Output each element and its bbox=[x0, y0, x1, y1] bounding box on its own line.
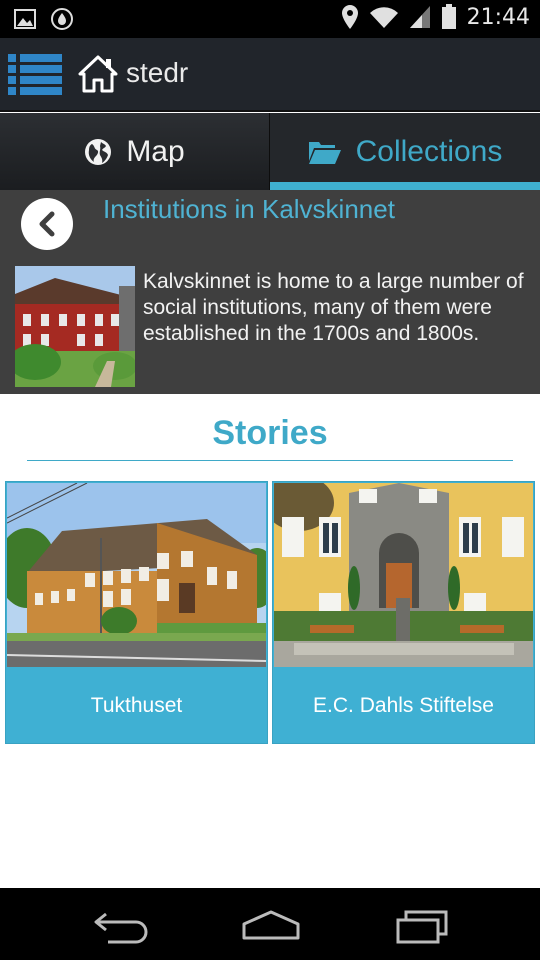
home-icon[interactable] bbox=[236, 906, 306, 946]
menu-list-icon[interactable] bbox=[8, 52, 62, 98]
action-bar: stedr bbox=[0, 38, 540, 112]
story-title: Tukthuset bbox=[90, 694, 183, 717]
globe-icon bbox=[85, 138, 112, 165]
story-title: E.C. Dahls Stiftelse bbox=[313, 694, 494, 717]
tab-collections-label: Collections bbox=[355, 134, 503, 168]
status-bar: 21:44 bbox=[0, 0, 540, 38]
system-nav-bar bbox=[0, 888, 540, 960]
battery-icon bbox=[441, 4, 456, 29]
image-icon bbox=[14, 9, 36, 29]
back-button[interactable] bbox=[21, 198, 73, 250]
recents-icon[interactable] bbox=[388, 906, 458, 946]
chevron-left-icon bbox=[39, 211, 55, 237]
story-image bbox=[274, 483, 533, 667]
back-icon[interactable] bbox=[88, 906, 158, 946]
sync-icon bbox=[51, 8, 73, 30]
signal-icon bbox=[409, 6, 430, 28]
story-image bbox=[7, 483, 266, 667]
folder-open-icon bbox=[308, 141, 341, 164]
tab-map-label: Map bbox=[126, 134, 185, 168]
collection-description: Kalvskinnet is home to a large number of… bbox=[143, 270, 524, 345]
collection-title: Institutions in Kalvskinnet bbox=[103, 194, 395, 224]
stories-divider bbox=[27, 460, 513, 461]
active-tab-indicator bbox=[270, 182, 540, 190]
location-icon bbox=[341, 5, 358, 29]
collection-thumbnail bbox=[15, 266, 135, 387]
story-card[interactable]: E.C. Dahls Stiftelse bbox=[272, 481, 535, 744]
wifi-icon bbox=[369, 7, 398, 28]
home-icon[interactable] bbox=[78, 55, 118, 93]
tab-collections[interactable]: Collections bbox=[270, 113, 540, 190]
story-card[interactable]: Tukthuset bbox=[5, 481, 268, 744]
tab-map[interactable]: Map bbox=[0, 113, 270, 190]
app-title: stedr bbox=[126, 57, 189, 88]
status-time: 21:44 bbox=[466, 4, 530, 30]
tab-bar: Map Collections bbox=[0, 113, 540, 190]
stories-heading: Stories bbox=[212, 414, 328, 452]
